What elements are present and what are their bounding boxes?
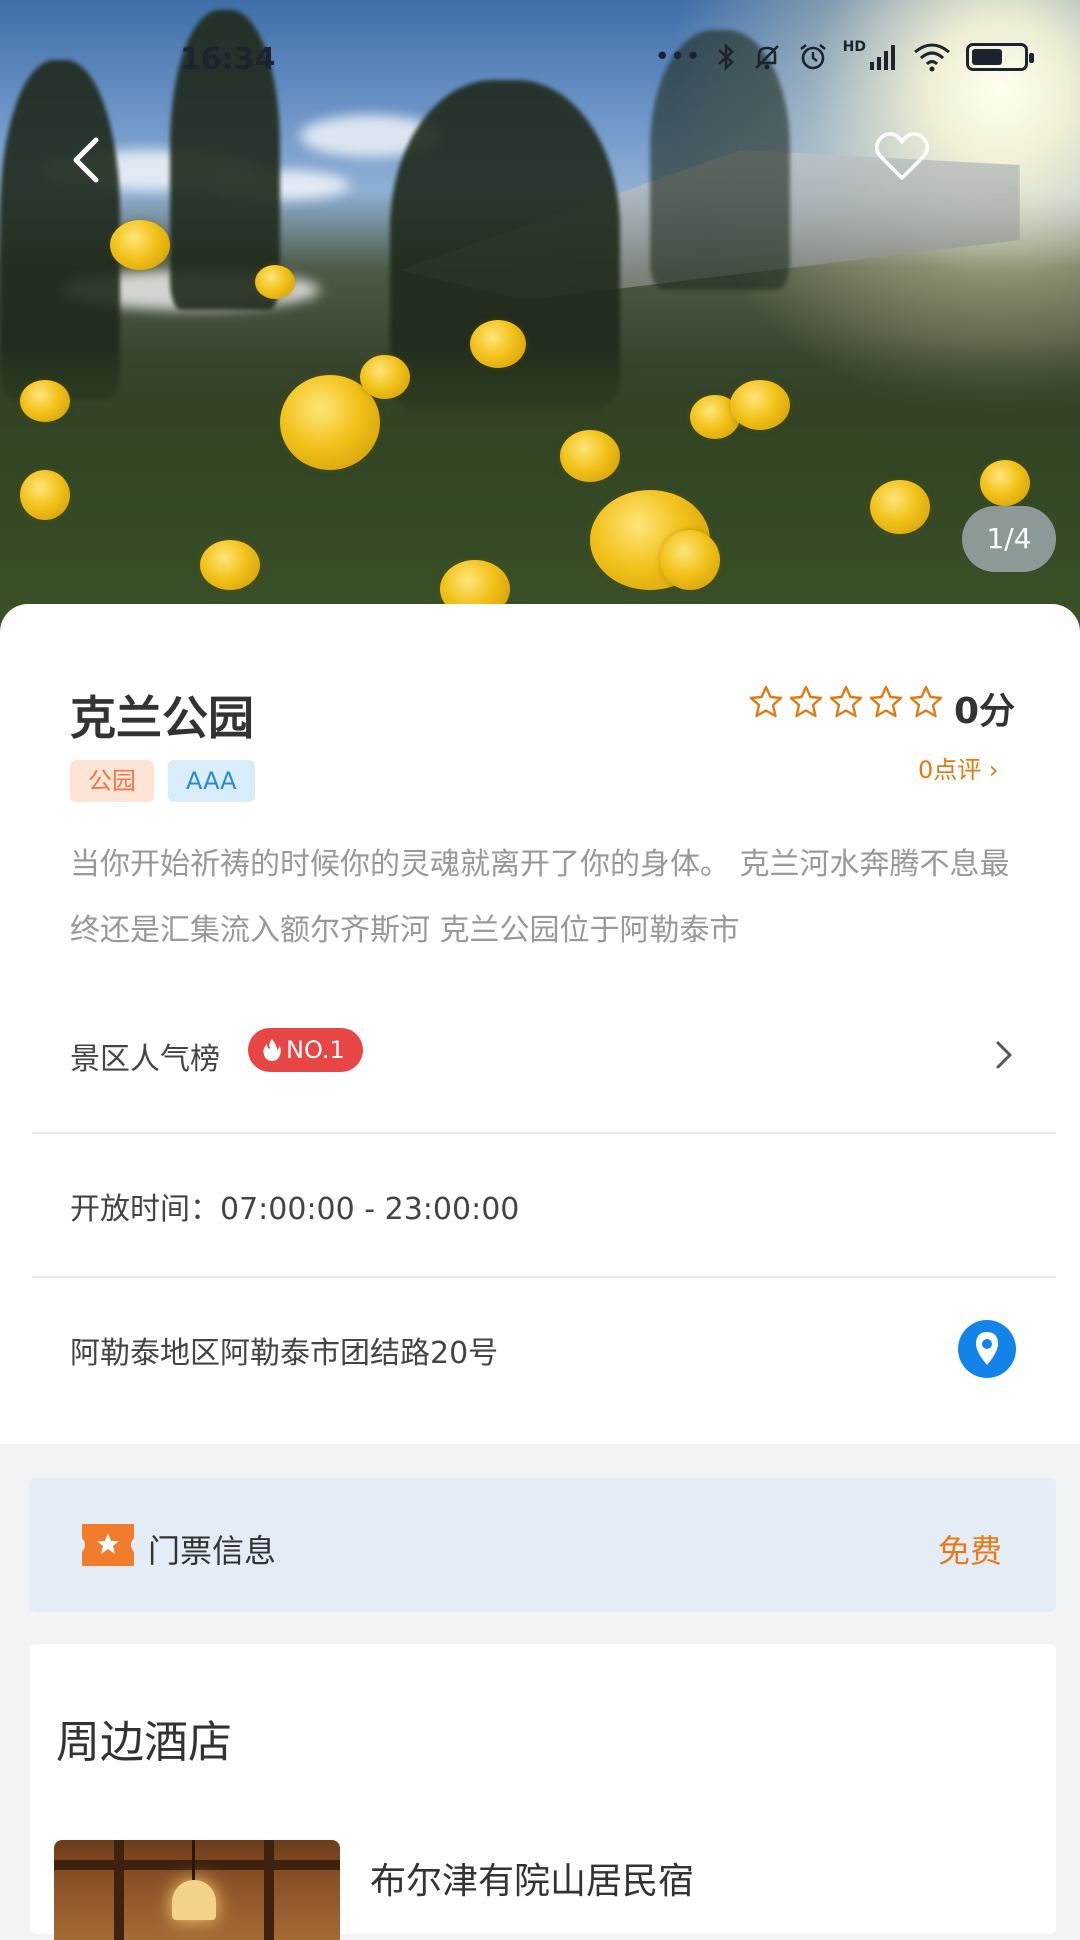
- more-dots-icon: •••: [654, 42, 701, 72]
- ranking-badge-text: NO.1: [286, 1036, 345, 1064]
- rating-stars: [748, 684, 944, 720]
- star-icon: [789, 685, 823, 718]
- tag-list: 公园 AAA: [70, 760, 255, 802]
- mute-icon: [754, 45, 779, 70]
- ranking-label: 景区人气榜: [70, 1042, 220, 1077]
- hd-signal-icon: HD: [842, 39, 866, 55]
- alarm-icon: [799, 43, 826, 70]
- tag-level: AAA: [168, 760, 255, 802]
- hotel-name: 布尔津有院山居民宿: [370, 1861, 695, 1902]
- ticket-info-row[interactable]: 门票信息 免费: [30, 1478, 1056, 1612]
- star-icon: [829, 685, 863, 718]
- tag-category: 公园: [70, 760, 154, 802]
- divider: [32, 1132, 1056, 1134]
- address-row[interactable]: 阿勒泰地区阿勒泰市团结路20号: [32, 1328, 1056, 1388]
- star-icon: [869, 685, 903, 718]
- star-icon: [909, 685, 943, 718]
- ticket-icon: [82, 1524, 134, 1566]
- attraction-description[interactable]: 当你开始祈祷的时候你的灵魂就离开了你的身体。 克兰河水奔腾不息最终还是汇集流入额…: [70, 832, 1020, 964]
- ranking-row[interactable]: 景区人气榜 NO.1: [32, 1028, 1056, 1114]
- status-bar: 16:34 ••• HD: [0, 0, 1080, 120]
- opening-hours-row: 开放时间：07:00:00 - 23:00:00: [32, 1184, 1056, 1244]
- back-arrow-icon[interactable]: [60, 130, 120, 190]
- status-time: 16:34: [180, 42, 276, 77]
- bluetooth-icon: [717, 42, 734, 72]
- wifi-icon: [914, 43, 950, 72]
- location-pin-icon: [976, 1332, 998, 1365]
- battery-icon: [966, 43, 1034, 71]
- ticket-label: 门票信息: [148, 1532, 277, 1570]
- favorite-heart-icon[interactable]: [872, 128, 932, 184]
- reviews-link[interactable]: 0点评 ›: [918, 750, 999, 785]
- star-icon: [749, 685, 783, 718]
- reviews-count: 0点评: [918, 756, 982, 784]
- status-icons: ••• HD: [654, 39, 1034, 74]
- hotel-image[interactable]: [54, 1840, 340, 1940]
- nearby-hotels-section: 周边酒店 布尔津有院山居民宿: [30, 1644, 1056, 1940]
- chevron-right-icon: [996, 1041, 1012, 1069]
- signal-bars-icon: [870, 45, 895, 70]
- image-counter: 1/4: [962, 506, 1056, 572]
- ticket-price: 免费: [937, 1532, 1002, 1570]
- address-text: 阿勒泰地区阿勒泰市团结路20号: [70, 1336, 499, 1371]
- fire-icon: [263, 1039, 281, 1061]
- divider: [32, 1276, 1056, 1278]
- rating-score: 0分: [954, 691, 1016, 732]
- location-pin-button[interactable]: [958, 1320, 1016, 1378]
- attraction-info-card: 克兰公园 0分 0点评 › 公园 AAA 当你开始祈祷的时候你的灵魂就离开了你的…: [0, 604, 1080, 1444]
- nearby-hotels-title: 周边酒店: [56, 1717, 232, 1768]
- attraction-title: 克兰公园: [70, 691, 254, 745]
- ranking-badge: NO.1: [248, 1028, 363, 1072]
- opening-hours: 开放时间：07:00:00 - 23:00:00: [70, 1192, 520, 1227]
- chevron-right-icon: ›: [988, 756, 999, 784]
